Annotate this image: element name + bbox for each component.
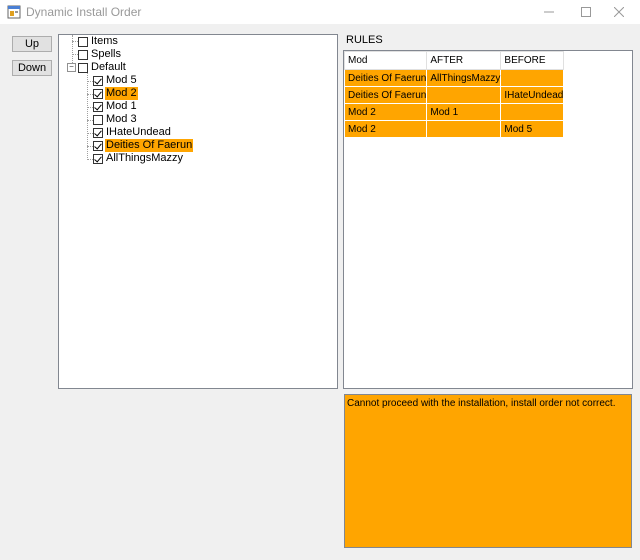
- table-row[interactable]: Mod 2 Mod 5: [343, 120, 565, 138]
- maximize-icon: [581, 7, 591, 17]
- column-header-mod[interactable]: Mod: [343, 51, 428, 70]
- checkbox[interactable]: [93, 114, 103, 125]
- tree-node-label: IHateUndead: [106, 126, 171, 138]
- checkbox[interactable]: [78, 36, 88, 47]
- tree-node-label: Spells: [91, 48, 121, 60]
- column-header-before[interactable]: BEFORE: [500, 51, 565, 70]
- table-cell[interactable]: [426, 86, 502, 104]
- status-message-box: Cannot proceed with the installation, in…: [344, 394, 632, 548]
- table-cell[interactable]: IHateUndead: [500, 86, 565, 104]
- checkbox[interactable]: [93, 127, 103, 138]
- tree-node-mod-5[interactable]: Mod 5: [93, 74, 138, 87]
- down-button[interactable]: Down: [12, 60, 52, 76]
- tree-node-ihateundead[interactable]: IHateUndead: [93, 126, 172, 139]
- table-cell[interactable]: Deities Of Faerun: [343, 86, 428, 104]
- checkbox[interactable]: [78, 62, 88, 73]
- status-message-text: Cannot proceed with the installation, in…: [347, 398, 616, 409]
- table-cell[interactable]: [426, 120, 502, 138]
- up-button[interactable]: Up: [12, 36, 52, 52]
- tree-node-label: Mod 3: [106, 113, 137, 125]
- tree-node-label: AllThingsMazzy: [106, 152, 184, 164]
- collapse-toggle-icon[interactable]: −: [67, 63, 76, 72]
- dynamic-install-order-window: Dynamic Install Order Up Down − Items Sp…: [0, 0, 640, 560]
- tree-node-deities-of-faerun[interactable]: Deities Of Faerun: [93, 139, 194, 152]
- tree-node-mod-2[interactable]: Mod 2: [93, 87, 138, 100]
- table-cell[interactable]: AllThingsMazzy: [426, 69, 502, 87]
- tree-node-mod-3[interactable]: Mod 3: [93, 113, 138, 126]
- table-cell[interactable]: Mod 2: [343, 103, 428, 121]
- tree-node-allthingsmazzy[interactable]: AllThingsMazzy: [93, 152, 184, 165]
- close-button[interactable]: [596, 0, 640, 24]
- title-bar: Dynamic Install Order: [0, 0, 640, 24]
- checkbox[interactable]: [93, 153, 103, 164]
- checkbox[interactable]: [93, 75, 103, 86]
- checkbox[interactable]: [93, 88, 103, 99]
- tree-node-label: Items: [91, 35, 118, 47]
- minimize-icon: [544, 11, 554, 13]
- rules-label: RULES: [346, 34, 383, 46]
- checkbox[interactable]: [93, 101, 103, 112]
- tree-node-label: Deities Of Faerun: [105, 139, 194, 152]
- app-icon: [7, 5, 21, 19]
- checkbox[interactable]: [78, 49, 88, 60]
- column-header-after[interactable]: AFTER: [426, 51, 502, 70]
- tree-node-label: Default: [91, 61, 126, 73]
- table-row[interactable]: Deities Of Faerun AllThingsMazzy: [343, 69, 565, 87]
- table-cell[interactable]: Mod 5: [500, 120, 565, 138]
- table-row[interactable]: Mod 2 Mod 1: [343, 103, 565, 121]
- tree-node-label: Mod 2: [105, 87, 138, 100]
- checkbox[interactable]: [93, 140, 103, 151]
- rules-grid[interactable]: Mod AFTER BEFORE Deities Of Faerun AllTh…: [343, 50, 633, 389]
- tree-node-spells[interactable]: Spells: [78, 48, 122, 61]
- rules-header-row: Mod AFTER BEFORE: [343, 51, 565, 70]
- table-cell[interactable]: Deities Of Faerun: [343, 69, 428, 87]
- close-icon: [614, 7, 624, 17]
- window-title: Dynamic Install Order: [26, 5, 142, 19]
- tree-node-mod-1[interactable]: Mod 1: [93, 100, 138, 113]
- table-cell[interactable]: [500, 69, 565, 87]
- tree-node-label: Mod 5: [106, 74, 137, 86]
- mod-tree-view[interactable]: − Items Spells Default Mod 5 Mod 2 Mod 1: [58, 34, 338, 389]
- table-cell[interactable]: [500, 103, 565, 121]
- tree-node-label: Mod 1: [106, 100, 137, 112]
- table-cell[interactable]: Mod 1: [426, 103, 502, 121]
- tree-node-items[interactable]: Items: [78, 35, 119, 48]
- table-row[interactable]: Deities Of Faerun IHateUndead: [343, 86, 565, 104]
- tree-node-default[interactable]: Default: [78, 61, 127, 74]
- table-cell[interactable]: Mod 2: [343, 120, 428, 138]
